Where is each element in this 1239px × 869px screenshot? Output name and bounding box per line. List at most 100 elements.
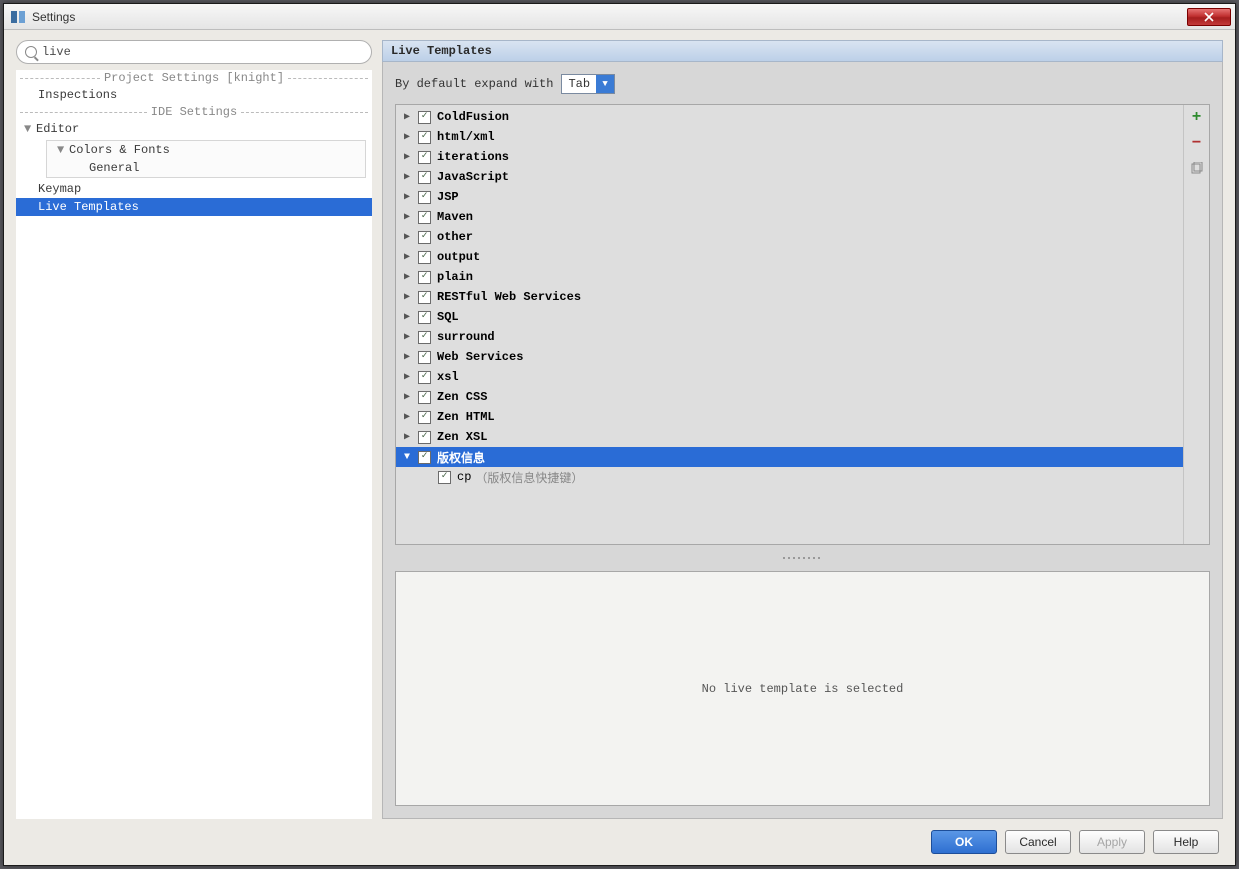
chevron-right-icon[interactable]: ▶ <box>400 411 414 423</box>
template-group-row[interactable]: ▶✓output <box>396 247 1183 267</box>
dialog-buttons: OK Cancel Apply Help <box>16 819 1223 865</box>
chevron-right-icon[interactable]: ▶ <box>400 311 414 323</box>
chevron-right-icon[interactable]: ▶ <box>400 351 414 363</box>
chevron-right-icon[interactable]: ▶ <box>400 231 414 243</box>
template-group-row[interactable]: ▶ ✓ plain <box>396 267 1183 287</box>
templates-tree[interactable]: ▶✓ColdFusion▶✓html/xml▶✓iterations▶✓Java… <box>396 105 1183 544</box>
checkbox[interactable]: ✓ <box>418 351 431 364</box>
checkbox[interactable]: ✓ <box>418 191 431 204</box>
expand-with-row: By default expand with Tab ▼ <box>395 74 1210 94</box>
chevron-right-icon[interactable]: ▶ <box>400 431 414 443</box>
chevron-right-icon[interactable]: ▶ <box>400 271 414 283</box>
search-input[interactable] <box>42 45 363 59</box>
tree-item-keymap[interactable]: Keymap <box>16 180 372 198</box>
template-group-label: Zen CSS <box>437 390 487 404</box>
template-group-label: xsl <box>437 370 459 384</box>
chevron-down-icon[interactable]: ▼ <box>596 75 614 93</box>
template-group-row[interactable]: ▶✓Maven <box>396 207 1183 227</box>
chevron-right-icon[interactable]: ▶ <box>400 331 414 343</box>
template-group-row[interactable]: ▶ ✓ xsl <box>396 367 1183 387</box>
template-group-row[interactable]: ▶✓JavaScript <box>396 167 1183 187</box>
checkbox[interactable]: ✓ <box>418 131 431 144</box>
template-group-row[interactable]: ▶ ✓ RESTful Web Services <box>396 287 1183 307</box>
tree-item-editor[interactable]: ▼Editor <box>16 120 372 138</box>
template-group-row[interactable]: ▶ ✓ Zen CSS <box>396 387 1183 407</box>
checkbox[interactable]: ✓ <box>418 111 431 124</box>
cancel-button[interactable]: Cancel <box>1005 830 1071 854</box>
sidebar: Project Settings [knight] Inspections ID… <box>16 40 372 819</box>
close-button[interactable] <box>1187 8 1231 26</box>
tree-item-live-templates[interactable]: Live Templates <box>16 198 372 216</box>
checkbox[interactable]: ✓ <box>418 251 431 264</box>
template-group-label: JSP <box>437 190 459 204</box>
tree-item-general[interactable]: General <box>47 159 365 177</box>
template-item-row[interactable]: ✓cp（版权信息快捷键） <box>396 467 1183 487</box>
checkbox[interactable]: ✓ <box>418 291 431 304</box>
search-icon <box>25 46 37 58</box>
template-group-row[interactable]: ▶✓Web Services <box>396 347 1183 367</box>
expand-combo[interactable]: Tab ▼ <box>561 74 615 94</box>
template-group-row[interactable]: ▶✓surround <box>396 327 1183 347</box>
chevron-right-icon[interactable]: ▶ <box>400 111 414 123</box>
template-group-row[interactable]: ▶ ✓ Zen XSL <box>396 427 1183 447</box>
checkbox[interactable]: ✓ <box>418 151 431 164</box>
titlebar[interactable]: Settings <box>4 4 1235 30</box>
search-box[interactable] <box>16 40 372 64</box>
template-group-row[interactable]: ▶✓SQL <box>396 307 1183 327</box>
chevron-down-icon: ▼ <box>24 122 34 136</box>
add-icon[interactable]: + <box>1189 109 1205 125</box>
checkbox[interactable]: ✓ <box>418 271 431 284</box>
settings-tree[interactable]: Project Settings [knight] Inspections ID… <box>16 70 372 819</box>
chevron-right-icon[interactable]: ▶ <box>400 191 414 203</box>
template-detail: No live template is selected <box>395 571 1210 806</box>
checkbox[interactable]: ✓ <box>418 311 431 324</box>
template-group-row[interactable]: ▶ ✓ iterations <box>396 147 1183 167</box>
chevron-right-icon[interactable]: ▶ <box>400 251 414 263</box>
chevron-right-icon[interactable]: ▶ <box>400 131 414 143</box>
template-group-row[interactable]: ▶ ✓ ColdFusion <box>396 107 1183 127</box>
chevron-right-icon[interactable]: ▶ <box>400 211 414 223</box>
window-title: Settings <box>32 10 75 24</box>
chevron-right-icon[interactable]: ▶ <box>400 391 414 403</box>
template-group-label: 版权信息 <box>437 449 485 466</box>
expand-combo-value: Tab <box>562 77 596 91</box>
tree-item-inspections[interactable]: Inspections <box>16 86 372 104</box>
checkbox[interactable]: ✓ <box>418 411 431 424</box>
chevron-right-icon[interactable]: ▶ <box>400 291 414 303</box>
template-group-label: RESTful Web Services <box>437 290 581 304</box>
template-group-row[interactable]: ▶✓html/xml <box>396 127 1183 147</box>
checkbox[interactable]: ✓ <box>418 451 431 464</box>
chevron-right-icon[interactable]: ▶ <box>400 171 414 183</box>
template-group-label: iterations <box>437 150 509 164</box>
chevron-right-icon[interactable]: ▶ <box>400 371 414 383</box>
chevron-right-icon[interactable]: ▶ <box>400 151 414 163</box>
template-group-row[interactable]: ▶ ✓ JSP <box>396 187 1183 207</box>
remove-icon[interactable]: − <box>1189 135 1205 151</box>
checkbox[interactable]: ✓ <box>418 371 431 384</box>
section-project-settings: Project Settings [knight] <box>16 70 372 86</box>
checkbox[interactable]: ✓ <box>418 231 431 244</box>
app-icon <box>10 9 26 25</box>
apply-button[interactable]: Apply <box>1079 830 1145 854</box>
help-button[interactable]: Help <box>1153 830 1219 854</box>
template-group-label: ColdFusion <box>437 110 509 124</box>
section-ide-settings: IDE Settings <box>16 104 372 120</box>
template-group-row[interactable]: ▶✓other <box>396 227 1183 247</box>
template-group-label: plain <box>437 270 473 284</box>
templates-tree-area: ▶✓ColdFusion▶✓html/xml▶✓iterations▶✓Java… <box>395 104 1210 545</box>
chevron-down-icon[interactable]: ▼ <box>400 452 414 463</box>
checkbox[interactable]: ✓ <box>418 391 431 404</box>
tree-item-colors-fonts[interactable]: ▼Colors & Fonts <box>47 141 365 159</box>
template-group-row[interactable]: ▼ ✓ 版权信息 <box>396 447 1183 467</box>
ok-button[interactable]: OK <box>931 830 997 854</box>
checkbox[interactable]: ✓ <box>438 471 451 484</box>
splitter[interactable] <box>395 555 1210 561</box>
checkbox[interactable]: ✓ <box>418 171 431 184</box>
template-group-label: Zen XSL <box>437 430 487 444</box>
checkbox[interactable]: ✓ <box>418 211 431 224</box>
copy-icon[interactable] <box>1189 161 1205 177</box>
checkbox[interactable]: ✓ <box>418 331 431 344</box>
checkbox[interactable]: ✓ <box>418 431 431 444</box>
template-group-row[interactable]: ▶✓Zen HTML <box>396 407 1183 427</box>
settings-window: Settings Project Settings [knight] Inspe… <box>3 3 1236 866</box>
